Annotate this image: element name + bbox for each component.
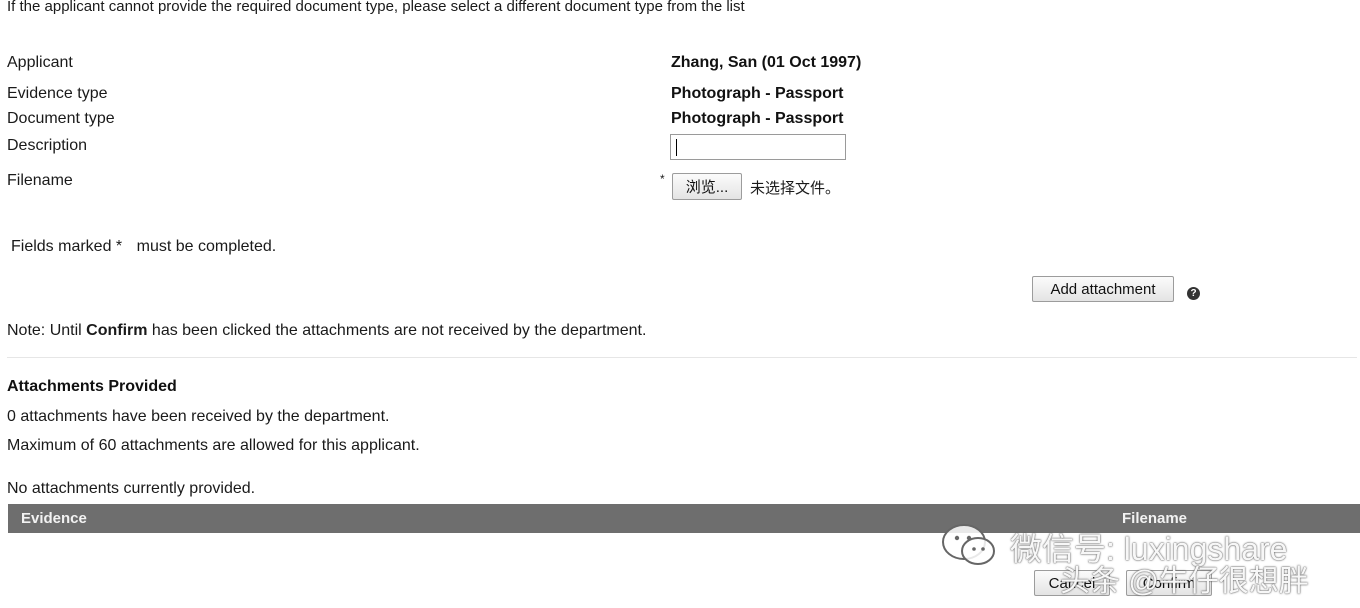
browse-button[interactable]: 浏览... — [672, 173, 742, 200]
filename-label: Filename — [7, 172, 73, 189]
confirm-note: Note: Until Confirm has been clicked the… — [7, 322, 646, 340]
no-file-chosen-text: 未选择文件。 — [750, 180, 841, 197]
filename-required-mark: * — [660, 172, 665, 186]
attachments-received-text: 0 attachments have been received by the … — [7, 408, 390, 425]
document-type-value: Photograph - Passport — [671, 110, 844, 127]
attachments-maximum-text: Maximum of 60 attachments are allowed fo… — [7, 437, 420, 454]
applicant-value: Zhang, San (01 Oct 1997) — [671, 54, 862, 71]
document-type-label: Document type — [7, 110, 115, 127]
help-icon[interactable]: ? — [1187, 287, 1200, 300]
applicant-label: Applicant — [7, 54, 73, 71]
instruction-text: If the applicant cannot provide the requ… — [7, 0, 745, 15]
section-divider — [7, 357, 1357, 358]
text-caret — [676, 139, 677, 156]
confirm-note-bold: Confirm — [86, 322, 148, 339]
attachments-heading: Attachments Provided — [7, 378, 177, 395]
add-attachment-button[interactable]: Add attachment — [1032, 276, 1174, 302]
confirm-note-suffix: has been clicked the attachments are not… — [147, 322, 647, 339]
confirm-note-prefix: Note: Until — [7, 322, 87, 339]
required-note-prefix: Fields marked * — [11, 238, 123, 255]
description-input[interactable] — [670, 134, 846, 160]
required-note-suffix: must be completed. — [136, 238, 277, 255]
column-header-evidence: Evidence — [21, 510, 87, 527]
evidence-type-label: Evidence type — [7, 85, 108, 102]
wechat-icon — [942, 524, 995, 565]
required-fields-note: Fields marked * must be completed. — [11, 238, 276, 256]
evidence-type-value: Photograph - Passport — [671, 85, 844, 102]
toutiao-watermark-text: 头条 @牛仔很想胖 — [1060, 565, 1309, 598]
no-attachments-text: No attachments currently provided. — [7, 480, 256, 497]
description-label: Description — [7, 137, 88, 154]
